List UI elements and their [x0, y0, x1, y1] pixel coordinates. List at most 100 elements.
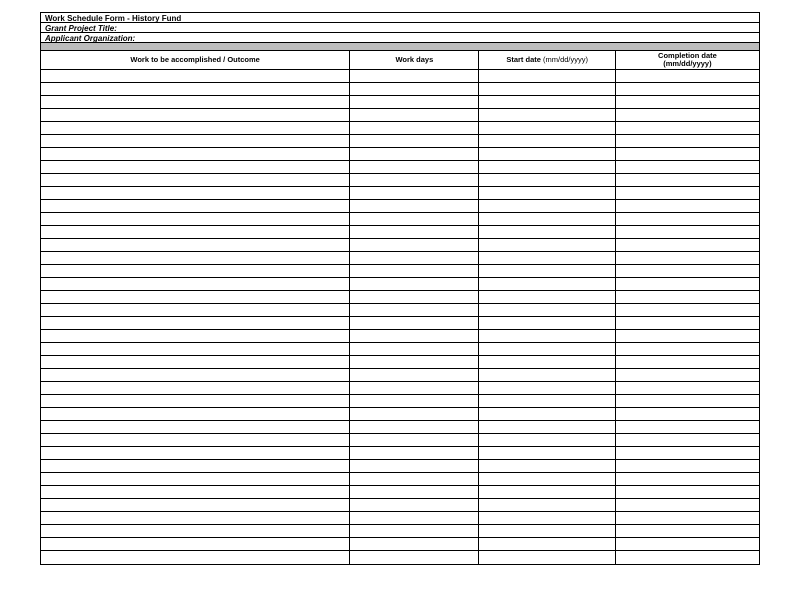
cell[interactable]: [615, 538, 759, 551]
cell[interactable]: [615, 356, 759, 369]
cell[interactable]: [615, 330, 759, 343]
cell[interactable]: [350, 421, 479, 434]
cell[interactable]: [615, 525, 759, 538]
cell[interactable]: [41, 551, 350, 564]
cell[interactable]: [350, 83, 479, 96]
table-row[interactable]: [41, 512, 759, 525]
cell[interactable]: [615, 317, 759, 330]
cell[interactable]: [350, 356, 479, 369]
table-row[interactable]: [41, 200, 759, 213]
cell[interactable]: [41, 135, 350, 148]
cell[interactable]: [41, 512, 350, 525]
cell[interactable]: [41, 525, 350, 538]
cell[interactable]: [350, 291, 479, 304]
table-row[interactable]: [41, 538, 759, 551]
cell[interactable]: [41, 70, 350, 83]
cell[interactable]: [615, 460, 759, 473]
cell[interactable]: [479, 343, 615, 356]
cell[interactable]: [615, 161, 759, 174]
cell[interactable]: [41, 356, 350, 369]
table-row[interactable]: [41, 395, 759, 408]
cell[interactable]: [479, 356, 615, 369]
cell[interactable]: [479, 70, 615, 83]
table-row[interactable]: [41, 161, 759, 174]
table-row[interactable]: [41, 291, 759, 304]
cell[interactable]: [615, 473, 759, 486]
cell[interactable]: [479, 226, 615, 239]
cell[interactable]: [615, 187, 759, 200]
cell[interactable]: [350, 382, 479, 395]
cell[interactable]: [615, 343, 759, 356]
cell[interactable]: [350, 330, 479, 343]
cell[interactable]: [350, 343, 479, 356]
table-row[interactable]: [41, 486, 759, 499]
cell[interactable]: [41, 291, 350, 304]
table-row[interactable]: [41, 421, 759, 434]
cell[interactable]: [350, 239, 479, 252]
cell[interactable]: [479, 369, 615, 382]
cell[interactable]: [41, 395, 350, 408]
cell[interactable]: [615, 304, 759, 317]
cell[interactable]: [479, 408, 615, 421]
table-row[interactable]: [41, 213, 759, 226]
cell[interactable]: [350, 408, 479, 421]
cell[interactable]: [41, 96, 350, 109]
table-row[interactable]: [41, 473, 759, 486]
cell[interactable]: [350, 317, 479, 330]
cell[interactable]: [479, 304, 615, 317]
cell[interactable]: [350, 434, 479, 447]
cell[interactable]: [350, 122, 479, 135]
cell[interactable]: [615, 421, 759, 434]
table-row[interactable]: [41, 96, 759, 109]
cell[interactable]: [350, 551, 479, 564]
table-row[interactable]: [41, 135, 759, 148]
cell[interactable]: [350, 70, 479, 83]
cell[interactable]: [479, 434, 615, 447]
cell[interactable]: [41, 83, 350, 96]
cell[interactable]: [615, 83, 759, 96]
cell[interactable]: [615, 486, 759, 499]
cell[interactable]: [350, 187, 479, 200]
cell[interactable]: [350, 252, 479, 265]
table-row[interactable]: [41, 187, 759, 200]
cell[interactable]: [41, 265, 350, 278]
cell[interactable]: [41, 161, 350, 174]
cell[interactable]: [479, 460, 615, 473]
table-row[interactable]: [41, 382, 759, 395]
cell[interactable]: [350, 109, 479, 122]
cell[interactable]: [41, 434, 350, 447]
cell[interactable]: [479, 291, 615, 304]
cell[interactable]: [615, 434, 759, 447]
table-row[interactable]: [41, 83, 759, 96]
cell[interactable]: [41, 408, 350, 421]
cell[interactable]: [615, 135, 759, 148]
cell[interactable]: [350, 148, 479, 161]
cell[interactable]: [479, 486, 615, 499]
cell[interactable]: [350, 161, 479, 174]
cell[interactable]: [615, 122, 759, 135]
cell[interactable]: [41, 213, 350, 226]
cell[interactable]: [350, 395, 479, 408]
cell[interactable]: [350, 226, 479, 239]
table-row[interactable]: [41, 239, 759, 252]
cell[interactable]: [41, 239, 350, 252]
cell[interactable]: [479, 525, 615, 538]
cell[interactable]: [615, 369, 759, 382]
table-row[interactable]: [41, 460, 759, 473]
cell[interactable]: [41, 187, 350, 200]
cell[interactable]: [479, 122, 615, 135]
cell[interactable]: [479, 161, 615, 174]
cell[interactable]: [41, 304, 350, 317]
cell[interactable]: [615, 382, 759, 395]
table-row[interactable]: [41, 174, 759, 187]
cell[interactable]: [350, 473, 479, 486]
cell[interactable]: [41, 447, 350, 460]
table-row[interactable]: [41, 434, 759, 447]
cell[interactable]: [615, 200, 759, 213]
cell[interactable]: [41, 226, 350, 239]
table-row[interactable]: [41, 109, 759, 122]
cell[interactable]: [350, 200, 479, 213]
cell[interactable]: [41, 109, 350, 122]
cell[interactable]: [350, 213, 479, 226]
table-row[interactable]: [41, 551, 759, 564]
